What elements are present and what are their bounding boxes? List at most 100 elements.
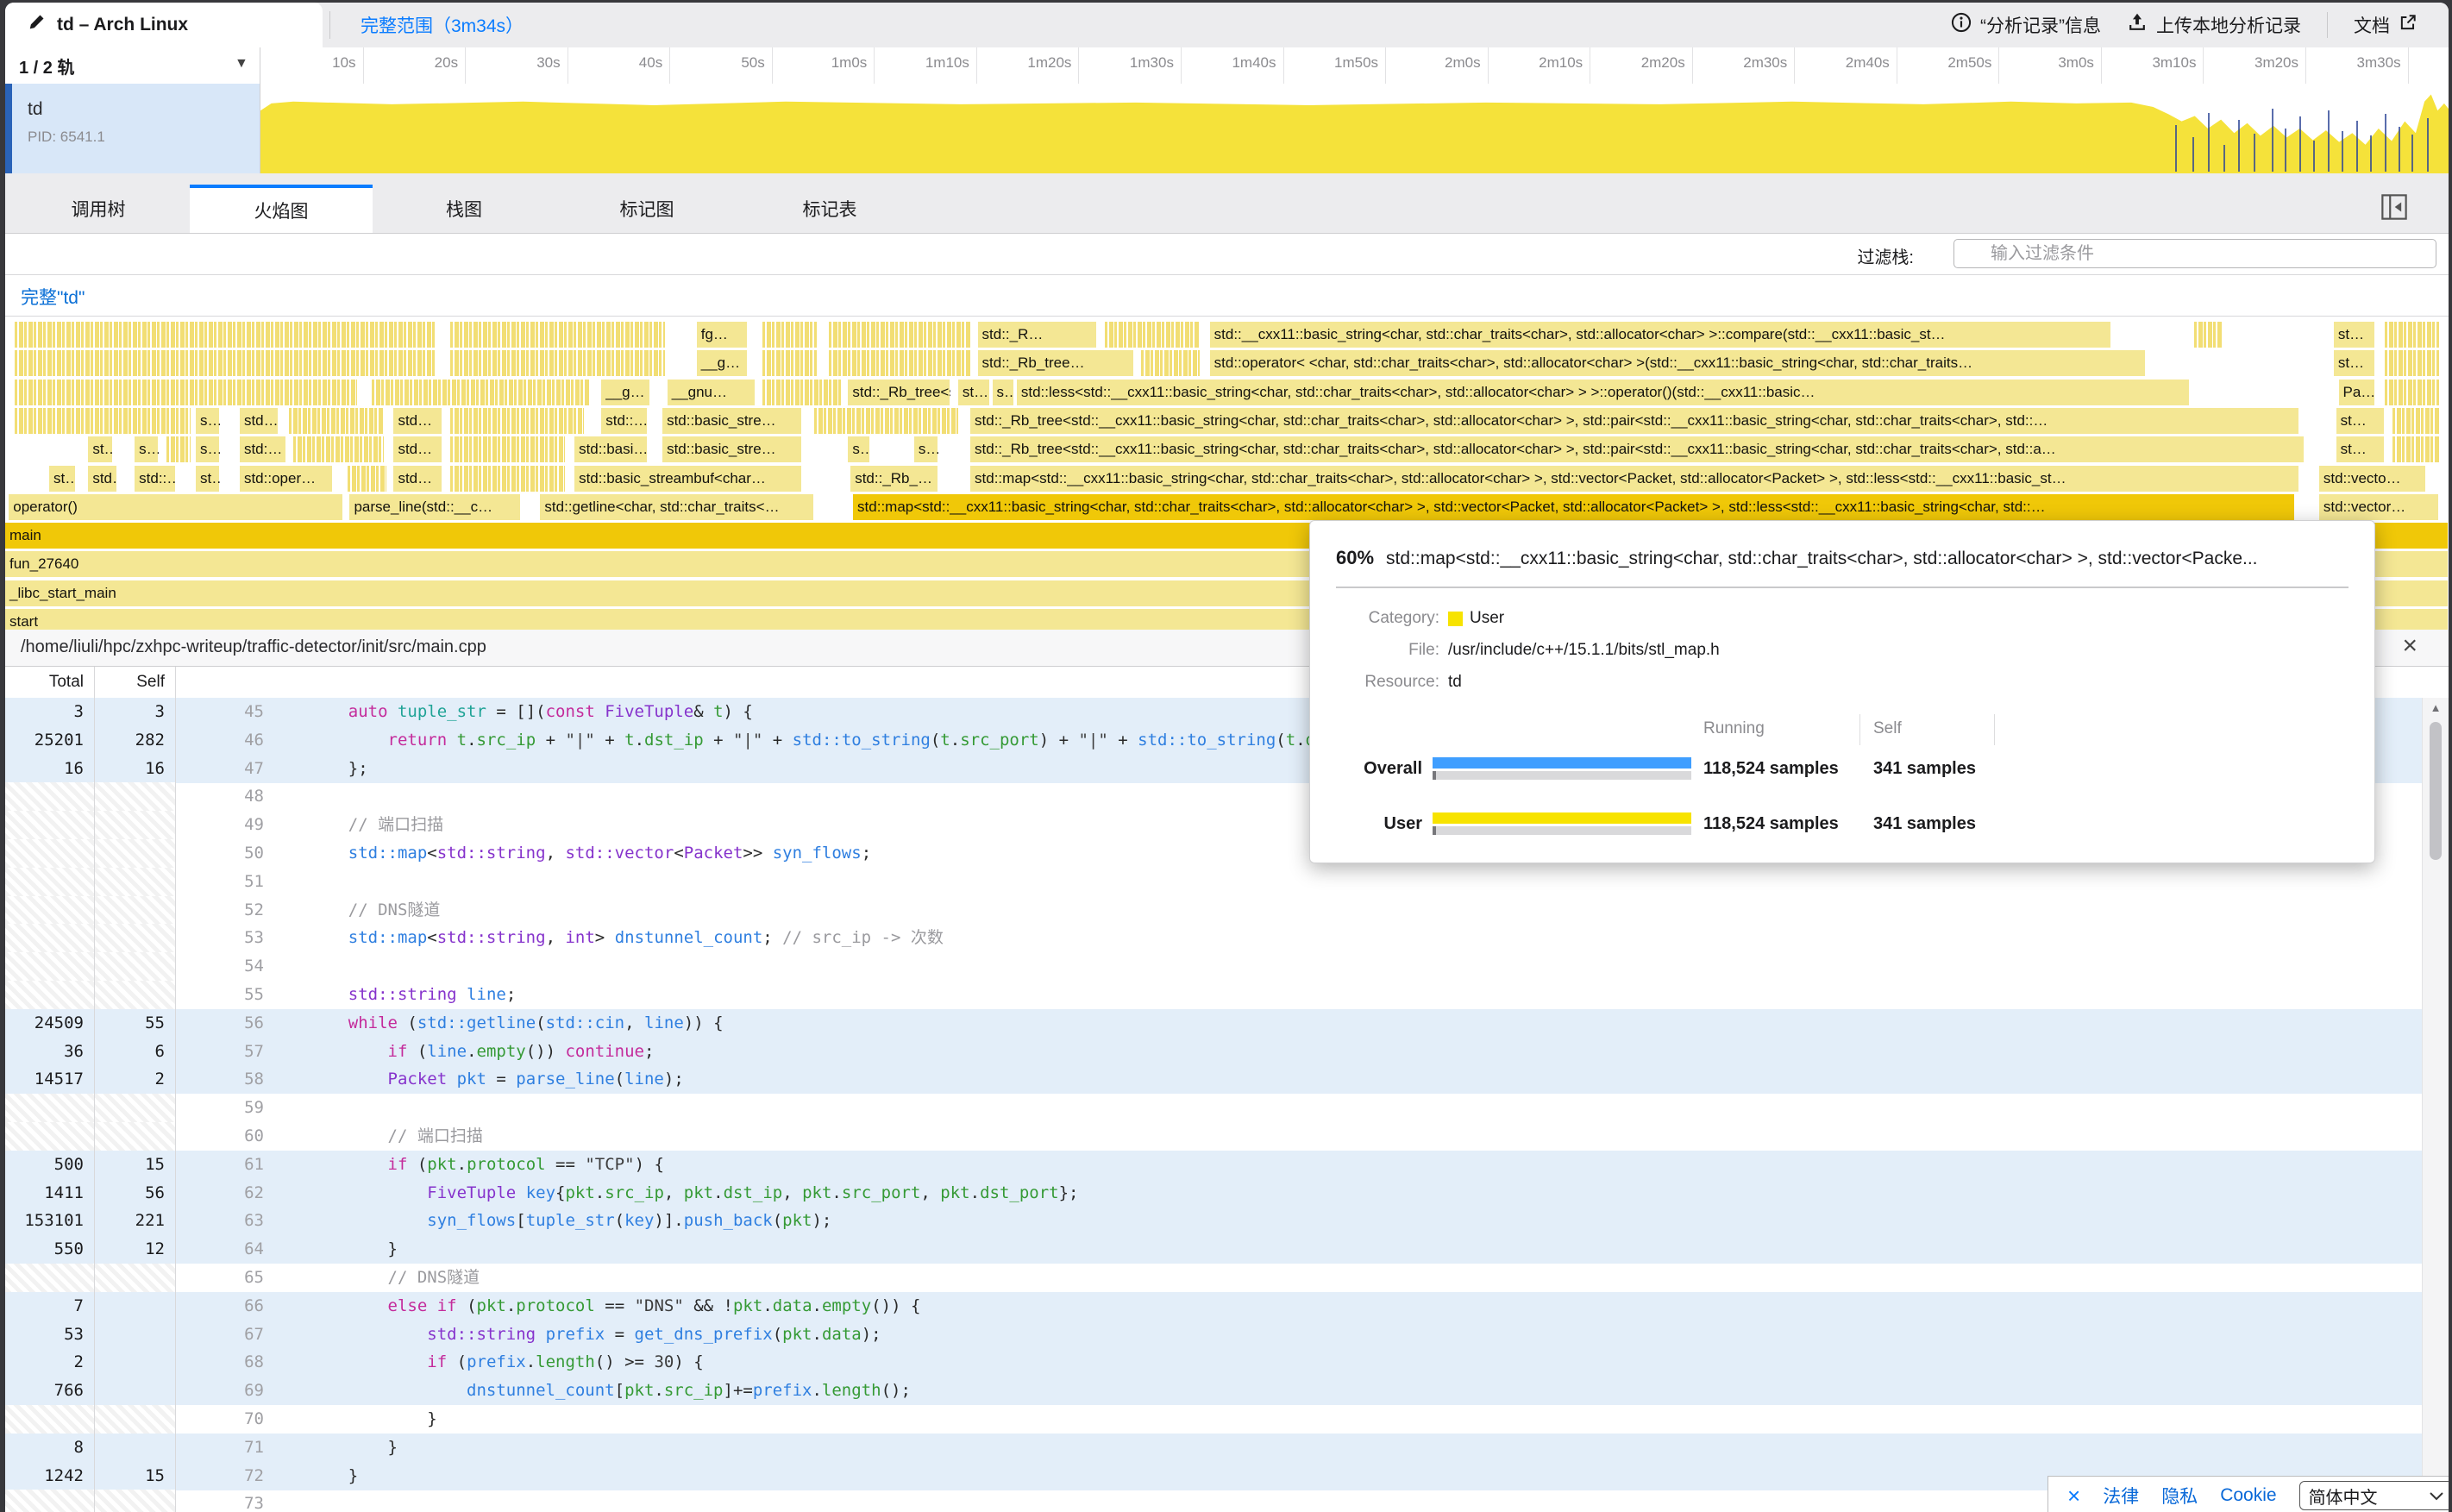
flame-block[interactable]: st… (88, 436, 112, 462)
sidebar-collapse-icon[interactable] (2381, 194, 2407, 220)
full-range-button[interactable]: 完整范围（3m34s） (361, 3, 524, 47)
flame-block[interactable]: parse_line(std::__c… (349, 494, 520, 520)
flame-block[interactable]: std::less<std::__cxx11::basic_string<cha… (1017, 380, 2190, 405)
line-number: 50 (176, 839, 278, 868)
flame-sliver-cluster (450, 436, 565, 462)
flame-block[interactable]: std::_Rb_tree<std::__cxx11::basic_string… (970, 408, 2299, 434)
flame-block[interactable]: __g… (697, 350, 748, 376)
flame-block[interactable]: std… (240, 408, 279, 434)
breadcrumb[interactable]: 完整"td" (21, 284, 85, 310)
flame-sliver-cluster (829, 322, 970, 348)
scrollbar-thumb[interactable] (2430, 722, 2442, 860)
profile-info-button[interactable]: “分析记录”信息 (1951, 12, 2101, 38)
language-select[interactable]: 简体中文 (2299, 1481, 2449, 1510)
source-line: 14115662 FiveTuple key{pkt.src_ip, pkt.d… (5, 1179, 2449, 1208)
flame-block[interactable]: std::basi… (574, 436, 648, 462)
flame-block[interactable]: std::map<std::__cxx11::basic_string<char… (970, 466, 2299, 492)
legal-link[interactable]: 法律 (2103, 1483, 2139, 1509)
flame-block[interactable]: operator() (9, 494, 343, 520)
flame-block[interactable]: std::_R… (978, 322, 1098, 348)
category-color-swatch (1448, 612, 1463, 626)
tab-1[interactable]: 调用树 (7, 185, 190, 233)
flame-block[interactable]: s… (848, 436, 869, 462)
flame-block[interactable]: std::_Rb_… (850, 466, 938, 492)
docs-link[interactable]: 文档 (2354, 12, 2418, 38)
filter-input[interactable] (1953, 239, 2436, 268)
flame-block[interactable]: std::oper… (240, 466, 333, 492)
ruler-tick-label: 3m20s (2233, 54, 2298, 72)
flame-block[interactable]: std… (393, 466, 442, 492)
flame-block[interactable]: std::__cxx11::basic_string<char, std::ch… (1210, 322, 2111, 348)
line-self-count (95, 1264, 176, 1292)
flame-block[interactable]: __gnu… (668, 380, 756, 405)
edit-pencil-icon[interactable] (28, 14, 45, 36)
tooltip-percent: 60% (1336, 547, 1374, 568)
flame-block[interactable]: st… (49, 466, 76, 492)
flame-block[interactable]: s… (914, 436, 938, 462)
source-line: 15310122163 syn_flows[tuple_str(key)].pu… (5, 1207, 2449, 1235)
source-line: 51 (5, 868, 2449, 896)
flame-block[interactable]: std::map<std::__cxx11::basic_string<char… (853, 494, 2294, 520)
tab-5[interactable]: 标记表 (738, 185, 921, 233)
tab-2[interactable]: 火焰图 (190, 185, 373, 233)
flame-block[interactable]: st… (2336, 408, 2386, 434)
cookie-link[interactable]: Cookie (2220, 1485, 2276, 1506)
ruler-tick-label: 2m30s (1721, 54, 1787, 72)
track-count-label: 1 / 2 轨 (19, 53, 74, 78)
line-number: 66 (176, 1292, 278, 1321)
flame-block[interactable]: std::basic_stre… (662, 408, 801, 434)
flame-block[interactable]: std::_Rb_tree… (978, 350, 1134, 376)
flame-block[interactable]: s… (196, 436, 220, 462)
upload-button[interactable]: 上传本地分析记录 (2127, 12, 2301, 38)
flame-block[interactable]: st… (2336, 436, 2386, 462)
ruler-tick-line (1692, 47, 1693, 84)
flame-block[interactable]: st… (2334, 322, 2375, 348)
activity-area (260, 84, 2449, 173)
close-icon[interactable]: × (2402, 631, 2418, 661)
flame-block[interactable]: __g… (601, 380, 650, 405)
track-selector[interactable]: 1 / 2 轨 ▼ (5, 47, 260, 84)
tab-4[interactable]: 标记图 (555, 185, 738, 233)
flame-block[interactable]: std::… (601, 408, 648, 434)
line-number: 46 (176, 726, 278, 755)
track-label-panel[interactable]: td PID: 6541.1 (5, 84, 260, 173)
flame-sliver-cluster (2385, 350, 2438, 376)
flame-block[interactable]: std::vector… (2319, 494, 2439, 520)
source-line: 53 std::map<std::string, int> dnstunnel_… (5, 924, 2449, 952)
flame-block[interactable]: std:… (240, 436, 286, 462)
flame-block[interactable]: s… (196, 408, 220, 434)
flame-block[interactable]: Pa… (2339, 380, 2375, 405)
flame-block[interactable]: std::getline<char, std::char_traits<… (540, 494, 813, 520)
line-self-count (95, 1321, 176, 1349)
profile-name-tab[interactable]: td – Arch Linux (5, 3, 323, 47)
source-line: 5001561 if (pkt.protocol == "TCP") { (5, 1151, 2449, 1179)
flame-block[interactable]: std::… (135, 466, 176, 492)
privacy-link[interactable]: 隐私 (2161, 1483, 2198, 1509)
line-self-count (95, 1434, 176, 1462)
flame-block[interactable]: std… (88, 466, 117, 492)
flame-block[interactable]: s… (993, 380, 1014, 405)
flame-block[interactable]: std::basic_streambuf<char… (574, 466, 801, 492)
flame-block[interactable]: std::_Rb_tree<std::__cxx11::basic_string… (970, 436, 2305, 462)
flame-block[interactable]: std::vecto… (2319, 466, 2427, 492)
activity-graph[interactable] (260, 84, 2449, 173)
tab-3[interactable]: 栈图 (373, 185, 555, 233)
flame-block[interactable]: std::operator< <char, std::char_traits<c… (1210, 350, 2146, 376)
line-self-count (95, 1292, 176, 1321)
flame-block[interactable]: st… (958, 380, 990, 405)
flame-block[interactable]: st… (2334, 350, 2375, 376)
flame-block[interactable]: s… (135, 436, 159, 462)
flame-block[interactable]: st… (196, 466, 220, 492)
flame-block[interactable]: std… (393, 436, 442, 462)
line-code: Packet pkt = parse_line(line); (278, 1065, 2449, 1094)
flame-block[interactable]: std::basic_stre… (662, 436, 801, 462)
line-number: 62 (176, 1179, 278, 1208)
cookie-close-icon[interactable]: × (2067, 1484, 2080, 1507)
flame-block[interactable]: std::_Rb_tree<st… (848, 380, 950, 405)
flame-block[interactable]: fg… (697, 322, 748, 348)
line-number: 55 (176, 981, 278, 1009)
scrollbar[interactable]: ▲ (2422, 698, 2449, 1512)
scroll-up-icon[interactable]: ▲ (2423, 701, 2449, 714)
cpu-marker-line (2328, 110, 2330, 172)
flame-block[interactable]: std… (393, 408, 442, 434)
